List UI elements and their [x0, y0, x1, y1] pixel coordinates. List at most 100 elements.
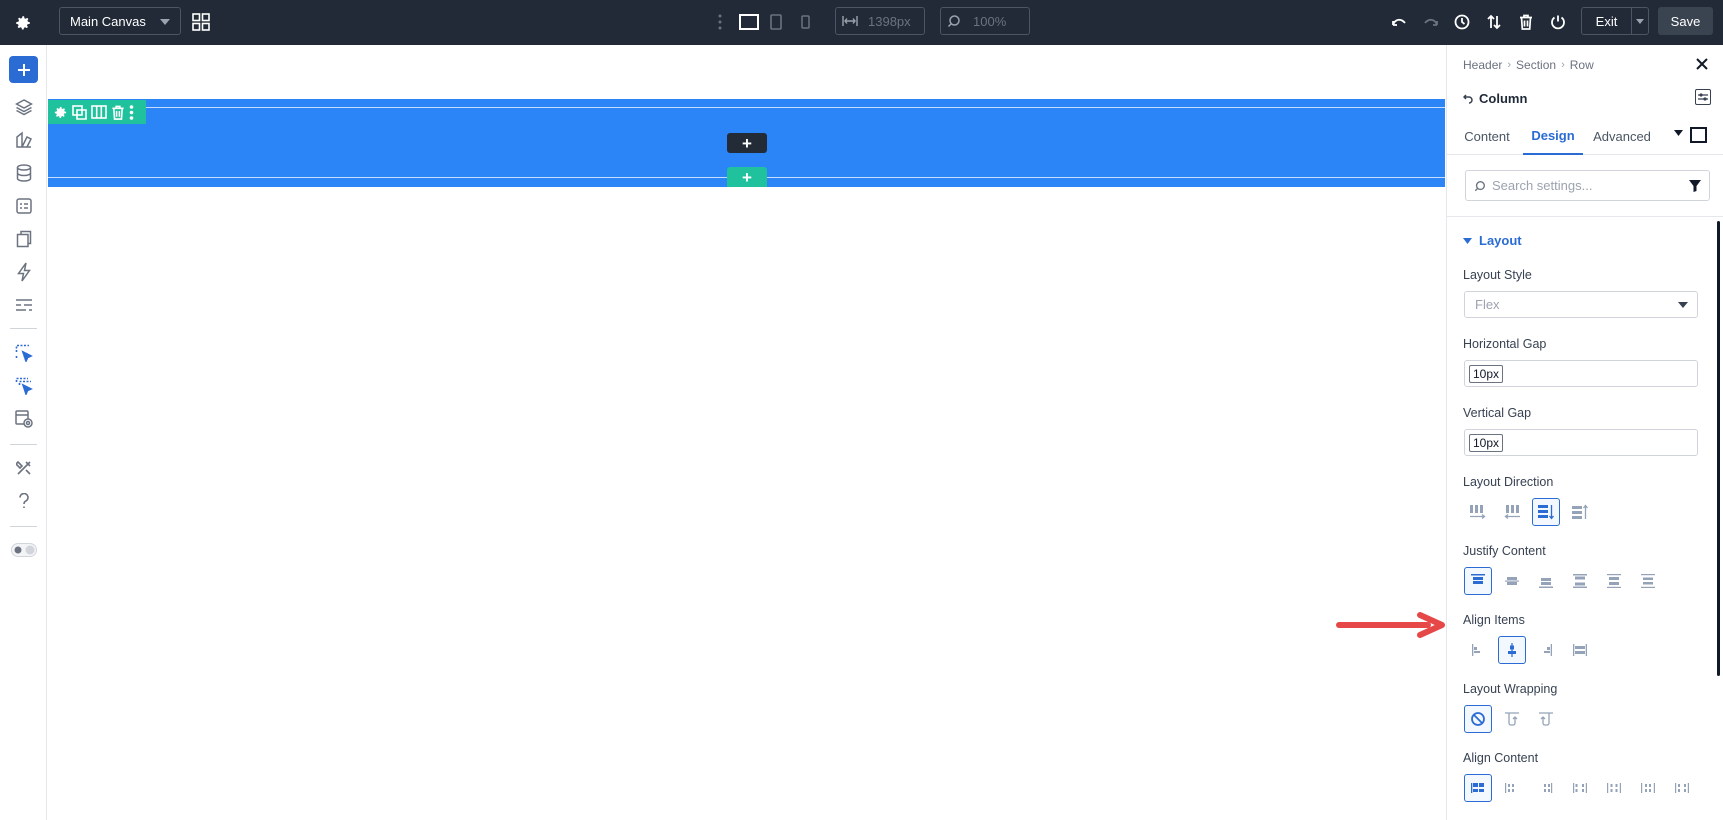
- columns-icon[interactable]: [91, 105, 107, 119]
- align-center-option[interactable]: [1498, 636, 1526, 664]
- align-content-center-option[interactable]: [1498, 774, 1526, 802]
- sort-arrows-icon[interactable]: [1483, 11, 1505, 33]
- justify-space-around-option[interactable]: [1600, 567, 1628, 595]
- save-button[interactable]: Save: [1658, 7, 1713, 35]
- form-icon[interactable]: [9, 193, 38, 219]
- more-vertical-icon[interactable]: [715, 12, 725, 32]
- toggle-icon[interactable]: [9, 537, 38, 563]
- left-sidebar: [0, 45, 47, 820]
- tab-content[interactable]: Content: [1463, 117, 1511, 155]
- presets-icon[interactable]: [1695, 89, 1711, 105]
- canvas-select[interactable]: Main Canvas: [59, 7, 181, 35]
- tab-advanced[interactable]: Advanced: [1591, 117, 1653, 155]
- row-outline-top: [48, 107, 1445, 108]
- tools-icon[interactable]: [9, 455, 38, 481]
- panel-divider: [1447, 216, 1723, 217]
- exit-button[interactable]: Exit: [1581, 7, 1631, 35]
- breadcrumb-item[interactable]: Section: [1516, 58, 1556, 72]
- align-content-space-around-option[interactable]: [1600, 774, 1628, 802]
- panel-scrollbar[interactable]: [1717, 221, 1720, 676]
- preview-icon[interactable]: [9, 406, 38, 432]
- direction-row-option[interactable]: [1464, 498, 1492, 526]
- align-end-option[interactable]: [1532, 636, 1560, 664]
- tabs-dropdown-icon[interactable]: [1674, 130, 1683, 136]
- undo-icon[interactable]: [1388, 11, 1410, 33]
- settings-panel: Header › Section › Row Column Content De…: [1446, 45, 1723, 820]
- direction-column-option[interactable]: [1532, 498, 1560, 526]
- history-clock-icon[interactable]: [1451, 11, 1473, 33]
- top-toolbar: Main Canvas 1398px 100% Exit Save: [0, 0, 1723, 45]
- row-trash-icon[interactable]: [111, 105, 125, 120]
- select-pointer-icon[interactable]: [9, 340, 38, 366]
- wrap-reverse-option[interactable]: [1532, 705, 1560, 733]
- exit-dropdown-button[interactable]: [1631, 7, 1649, 35]
- close-icon[interactable]: [1695, 57, 1711, 73]
- direction-row-reverse-option[interactable]: [1498, 498, 1526, 526]
- tablet-view-icon[interactable]: [766, 11, 786, 33]
- duplicate-icon[interactable]: [72, 104, 87, 120]
- chevron-down-icon: [1636, 18, 1644, 24]
- more-vertical-icon[interactable]: [129, 104, 134, 120]
- pages-icon[interactable]: [9, 226, 38, 252]
- layers-icon[interactable]: [9, 94, 38, 120]
- preview-box-icon[interactable]: [1690, 127, 1707, 143]
- layout-group-toggle[interactable]: Layout: [1463, 233, 1522, 248]
- power-icon[interactable]: [1547, 11, 1569, 33]
- align-content-space-between-option[interactable]: [1566, 774, 1594, 802]
- zoom-value: 100%: [973, 13, 1007, 29]
- row-toolbar: [48, 100, 146, 124]
- redo-icon[interactable]: [1420, 11, 1442, 33]
- align-content-space-evenly-option[interactable]: [1634, 774, 1662, 802]
- add-icon[interactable]: [9, 56, 38, 83]
- vertical-gap-input[interactable]: 10px: [1464, 429, 1698, 456]
- panel-tabs: Content Design Advanced: [1447, 117, 1723, 155]
- horizontal-gap-input[interactable]: 10px: [1464, 360, 1698, 387]
- tab-design[interactable]: Design: [1523, 117, 1583, 155]
- search-placeholder: Search settings...: [1492, 178, 1593, 193]
- justify-space-between-option[interactable]: [1566, 567, 1594, 595]
- align-content-label: Align Content: [1463, 751, 1539, 765]
- filter-icon[interactable]: [1689, 180, 1701, 192]
- justify-center-option[interactable]: [1498, 567, 1526, 595]
- trash-icon[interactable]: [1515, 11, 1537, 33]
- lightning-icon[interactable]: [9, 259, 38, 285]
- width-arrows-icon: [842, 15, 858, 27]
- chevron-right-icon: ›: [1507, 59, 1512, 71]
- desktop-view-icon[interactable]: [738, 11, 760, 33]
- plus-icon: +: [742, 167, 752, 187]
- align-content-end-option[interactable]: [1532, 774, 1560, 802]
- justify-space-evenly-option[interactable]: [1634, 567, 1662, 595]
- justify-end-option[interactable]: [1532, 567, 1560, 595]
- no-wrap-option[interactable]: [1464, 705, 1492, 733]
- help-icon[interactable]: [9, 488, 38, 514]
- horizontal-gap-value: 10px: [1469, 364, 1504, 383]
- palette-icon[interactable]: [9, 127, 38, 153]
- multi-select-icon[interactable]: [9, 373, 38, 399]
- align-content-stretch-option[interactable]: [1668, 774, 1696, 802]
- list-icon[interactable]: [9, 292, 38, 318]
- justify-start-option[interactable]: [1464, 567, 1492, 595]
- breadcrumb-item[interactable]: Header: [1463, 58, 1502, 72]
- row-settings-icon[interactable]: [53, 105, 68, 120]
- database-icon[interactable]: [9, 160, 38, 186]
- align-start-option[interactable]: [1464, 636, 1492, 664]
- phone-view-icon[interactable]: [795, 11, 815, 33]
- grid-view-icon[interactable]: [190, 11, 212, 33]
- settings-search-input[interactable]: Search settings...: [1465, 170, 1710, 201]
- layout-style-select[interactable]: Flex: [1464, 291, 1698, 318]
- horizontal-gap-label: Horizontal Gap: [1463, 337, 1547, 351]
- breadcrumb-item[interactable]: Row: [1570, 58, 1594, 72]
- layout-direction-label: Layout Direction: [1463, 475, 1554, 489]
- canvas-width-field[interactable]: 1398px: [835, 7, 925, 35]
- settings-gear-icon[interactable]: [12, 12, 34, 34]
- back-arrow-icon[interactable]: [1463, 93, 1473, 104]
- layout-style-label: Layout Style: [1463, 268, 1532, 282]
- direction-column-reverse-option[interactable]: [1566, 498, 1594, 526]
- caret-down-icon: [1463, 237, 1472, 244]
- align-stretch-option[interactable]: [1566, 636, 1594, 664]
- wrap-option[interactable]: [1498, 705, 1526, 733]
- add-module-button[interactable]: +: [727, 133, 767, 153]
- align-content-start-option[interactable]: [1464, 774, 1492, 802]
- zoom-field[interactable]: 100%: [940, 7, 1030, 35]
- add-row-button[interactable]: +: [727, 167, 767, 187]
